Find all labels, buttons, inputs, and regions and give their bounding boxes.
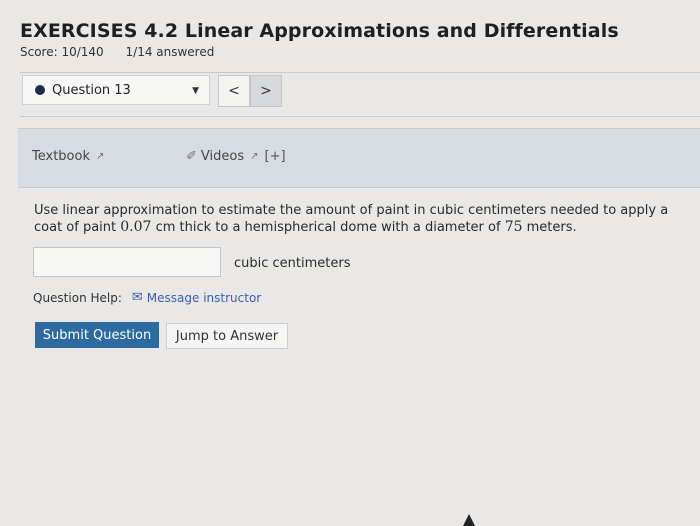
submit-question-button[interactable]: Submit Question xyxy=(35,322,159,348)
diameter-value: 75 xyxy=(504,219,523,235)
answer-input[interactable] xyxy=(33,247,221,277)
question-select-label: Question 13 xyxy=(52,82,131,98)
next-question-button[interactable]: > xyxy=(250,75,282,107)
question-select[interactable]: Question 13 ▼ xyxy=(22,75,210,105)
problem-statement: Use linear approximation to estimate the… xyxy=(34,203,694,236)
problem-text: cm thick to a hemispherical dome with a … xyxy=(151,220,505,235)
status-dot-icon xyxy=(35,85,45,95)
external-link-icon: ↗ xyxy=(95,151,105,162)
envelope-icon: ✉ xyxy=(131,290,143,305)
answered-count: 1/14 answered xyxy=(125,45,215,59)
expand-videos-button[interactable]: [+] xyxy=(265,149,286,164)
caret-down-icon: ▼ xyxy=(192,86,199,96)
textbook-link[interactable]: Textbook ↗ xyxy=(32,149,104,164)
videos-label: Videos xyxy=(200,149,245,164)
page-title: EXERCISES 4.2 Linear Approximations and … xyxy=(20,20,619,42)
textbook-label: Textbook xyxy=(32,149,90,164)
videos-link[interactable]: ✐ Videos ↗ [+] xyxy=(186,149,286,164)
thickness-value: 0.07 xyxy=(120,219,152,235)
question-help-label: Question Help: xyxy=(33,290,122,305)
problem-text: meters. xyxy=(522,220,577,235)
divider xyxy=(20,116,700,117)
score-bar: Score: 10/140 1/14 answered xyxy=(20,45,232,59)
divider xyxy=(20,72,700,73)
question-resources-bar: Textbook ↗ ✐ Videos ↗ [+] xyxy=(18,128,700,188)
previous-question-button[interactable]: < xyxy=(218,75,250,107)
score-text: Score: 10/140 xyxy=(20,45,104,59)
answer-unit: cubic centimeters xyxy=(234,256,351,271)
paperclip-icon: ✐ xyxy=(186,149,197,164)
external-link-icon: ↗ xyxy=(250,151,259,162)
message-instructor-link[interactable]: Message instructor xyxy=(147,291,261,305)
question-help: Question Help: ✉ Message instructor xyxy=(33,290,261,305)
mouse-cursor-icon xyxy=(463,514,475,526)
jump-to-answer-button[interactable]: Jump to Answer xyxy=(166,323,288,349)
